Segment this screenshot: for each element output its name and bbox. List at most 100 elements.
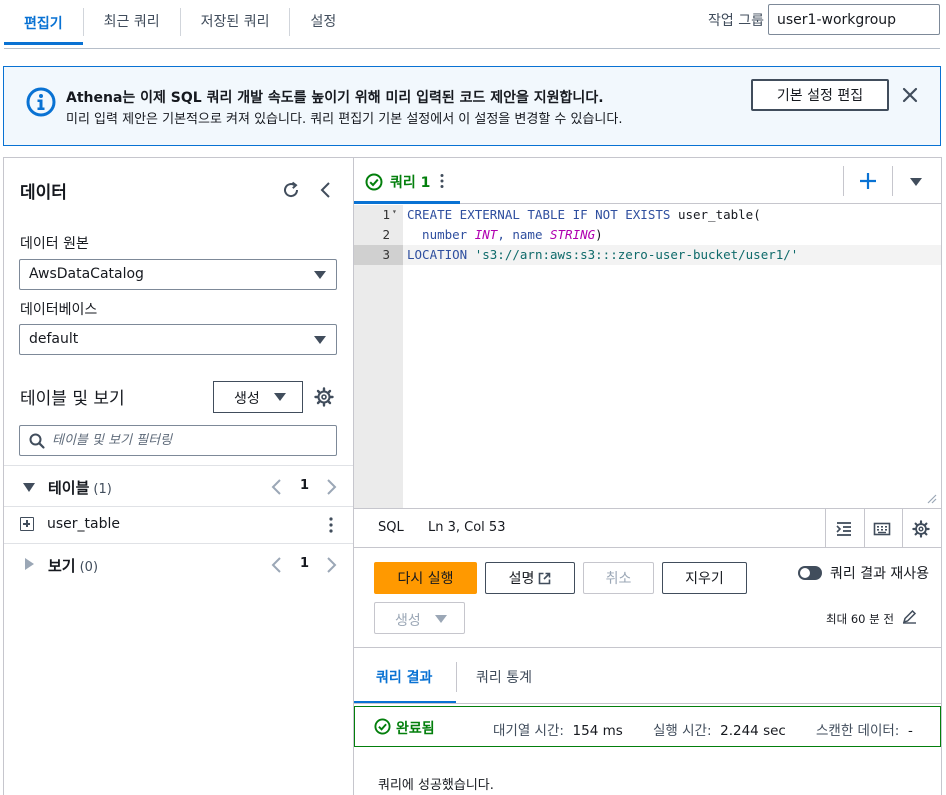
chevron-right-icon[interactable]	[323, 556, 339, 574]
data-panel-title: 데이터	[20, 183, 67, 203]
run-time-value: 2.244 sec	[720, 723, 786, 739]
generate-dropdown-button[interactable]: 생성	[374, 602, 465, 634]
code-token: )	[595, 227, 603, 242]
tables-label-text: 테이블	[48, 479, 90, 497]
code-token: number	[407, 227, 475, 242]
code-text: LOCATION 's3://arn:aws:s3:::zero-user-bu…	[407, 247, 798, 262]
data-scanned-label: 스캔한 데이터:	[816, 723, 900, 739]
cursor-position: Ln 3, Col 53	[428, 520, 506, 535]
editor-status-bar: SQL Ln 3, Col 53	[354, 508, 941, 548]
data-source-label: 데이터 원본	[20, 236, 89, 252]
code-token: CREATE EXTERNAL TABLE IF NOT EXISTS	[407, 207, 678, 222]
tab-options-caret-icon[interactable]	[910, 178, 922, 186]
reuse-results-label: 쿼리 결과 재사용	[830, 566, 930, 582]
data-panel: 데이터 데이터 원본 AwsDataCatalog 데이터베이스 default…	[3, 157, 354, 795]
divider	[843, 166, 844, 196]
table-filter[interactable]	[19, 425, 337, 456]
tables-group-label: 테이블 (1)	[48, 477, 112, 498]
query-panel: 쿼리 1 1 ▾ CREATE EXTERNAL TABLE IF NOT EXIS…	[354, 157, 942, 795]
success-check-icon	[365, 173, 383, 191]
explain-label: 설명	[508, 571, 535, 587]
add-query-tab-icon[interactable]	[859, 172, 877, 190]
table-name[interactable]: user_table	[47, 516, 120, 532]
query-tabs: 쿼리 1	[354, 158, 941, 204]
gear-icon[interactable]	[912, 520, 930, 538]
language-indicator: SQL	[378, 520, 404, 535]
sql-editor[interactable]: 1 ▾ CREATE EXTERNAL TABLE IF NOT EXISTS us…	[354, 205, 941, 508]
edit-pencil-icon[interactable]	[902, 609, 917, 624]
query-tab[interactable]: 쿼리 1	[354, 158, 460, 204]
chevron-right-icon[interactable]	[323, 478, 339, 496]
status-completed: 완료됨	[396, 721, 435, 737]
tab-query-stats[interactable]: 쿼리 통계	[476, 667, 532, 687]
fold-icon[interactable]: ▾	[392, 207, 397, 216]
tabs-underline	[4, 48, 940, 49]
database-select[interactable]: default	[19, 324, 337, 355]
divider	[864, 509, 865, 548]
divider	[902, 509, 903, 548]
caret-down-icon	[23, 483, 35, 492]
line-number: 3	[382, 247, 390, 262]
data-scanned-value: -	[907, 723, 913, 739]
tables-page-number[interactable]: 1	[300, 478, 309, 493]
code-text: number INT, name STRING)	[407, 227, 603, 242]
workgroup-input[interactable]	[768, 4, 940, 35]
chevron-left-icon[interactable]	[269, 556, 285, 574]
views-group[interactable]: 보기 (0) 1	[4, 545, 353, 583]
code-token: 's3://arn:aws:s3:::zero-user-bucket/user…	[474, 247, 799, 262]
run-time-label: 실행 시간:	[653, 723, 712, 739]
code-line[interactable]: 3 LOCATION 's3://arn:aws:s3:::zero-user-b…	[354, 245, 941, 265]
edit-preferences-button[interactable]: 기본 설정 편집	[751, 79, 889, 111]
caret-down-icon	[314, 336, 326, 344]
clear-button[interactable]: 지우기	[662, 562, 747, 594]
create-dropdown-button[interactable]: 생성	[213, 381, 303, 413]
more-actions-icon[interactable]	[328, 516, 334, 534]
query-tab-menu-icon[interactable]	[440, 173, 444, 189]
data-source-select[interactable]: AwsDataCatalog	[19, 259, 337, 290]
line-number: 1	[382, 207, 390, 222]
divider	[4, 465, 353, 466]
gear-icon[interactable]	[314, 387, 334, 407]
tab-recent-queries[interactable]: 최근 쿼리	[84, 0, 180, 42]
expand-table-icon[interactable]	[20, 517, 34, 531]
run-again-button[interactable]: 다시 실행	[374, 562, 477, 594]
code-line[interactable]: 2 number INT, name STRING)	[354, 225, 941, 245]
table-row[interactable]: user_table	[4, 507, 353, 543]
close-icon[interactable]	[900, 85, 920, 105]
tables-group[interactable]: 테이블 (1) 1	[4, 467, 353, 505]
explain-button[interactable]: 설명	[485, 562, 575, 594]
code-line[interactable]: 1 ▾ CREATE EXTERNAL TABLE IF NOT EXISTS us…	[354, 205, 941, 225]
refresh-icon[interactable]	[281, 180, 301, 200]
search-icon	[29, 433, 45, 449]
divider	[456, 662, 457, 692]
format-query-icon[interactable]	[835, 520, 853, 538]
top-tabs: 편집기 최근 쿼리 저장된 쿼리 설정	[4, 0, 356, 48]
reuse-results-toggle[interactable]	[798, 566, 822, 580]
divider	[354, 703, 941, 704]
info-icon	[26, 87, 56, 117]
query-actions: 다시 실행 설명 취소 지우기 생성 쿼리 결과 재사용 최대 60 분 전	[354, 549, 941, 647]
code-token: INT	[474, 227, 498, 242]
caret-down-icon	[314, 271, 326, 279]
tab-settings[interactable]: 설정	[290, 0, 356, 42]
run-time: 실행 시간: 2.244 sec	[653, 719, 786, 739]
views-page-number[interactable]: 1	[300, 556, 309, 571]
caret-down-icon	[435, 615, 447, 623]
line-number: 2	[382, 227, 390, 242]
tables-pagination: 1	[269, 477, 339, 497]
tables-views-title: 테이블 및 보기	[20, 389, 125, 409]
tab-saved-queries[interactable]: 저장된 쿼리	[181, 0, 290, 42]
divider	[892, 166, 893, 196]
table-filter-input[interactable]	[52, 430, 322, 451]
query-tab-label: 쿼리 1	[390, 175, 431, 191]
keyboard-shortcuts-icon[interactable]	[873, 520, 891, 538]
cancel-button[interactable]: 취소	[583, 562, 654, 594]
create-button-label: 생성	[234, 391, 260, 407]
chevron-left-icon[interactable]	[269, 478, 285, 496]
collapse-panel-icon[interactable]	[316, 180, 336, 200]
resize-handle-icon[interactable]	[927, 494, 937, 504]
tab-query-results[interactable]: 쿼리 결과	[354, 648, 456, 704]
tab-editor[interactable]: 편집기	[4, 0, 83, 45]
info-banner: Athena는 이제 SQL 쿼리 개발 속도를 높이기 위해 미리 입력된 코…	[3, 66, 941, 146]
data-source-value: AwsDataCatalog	[29, 266, 144, 282]
